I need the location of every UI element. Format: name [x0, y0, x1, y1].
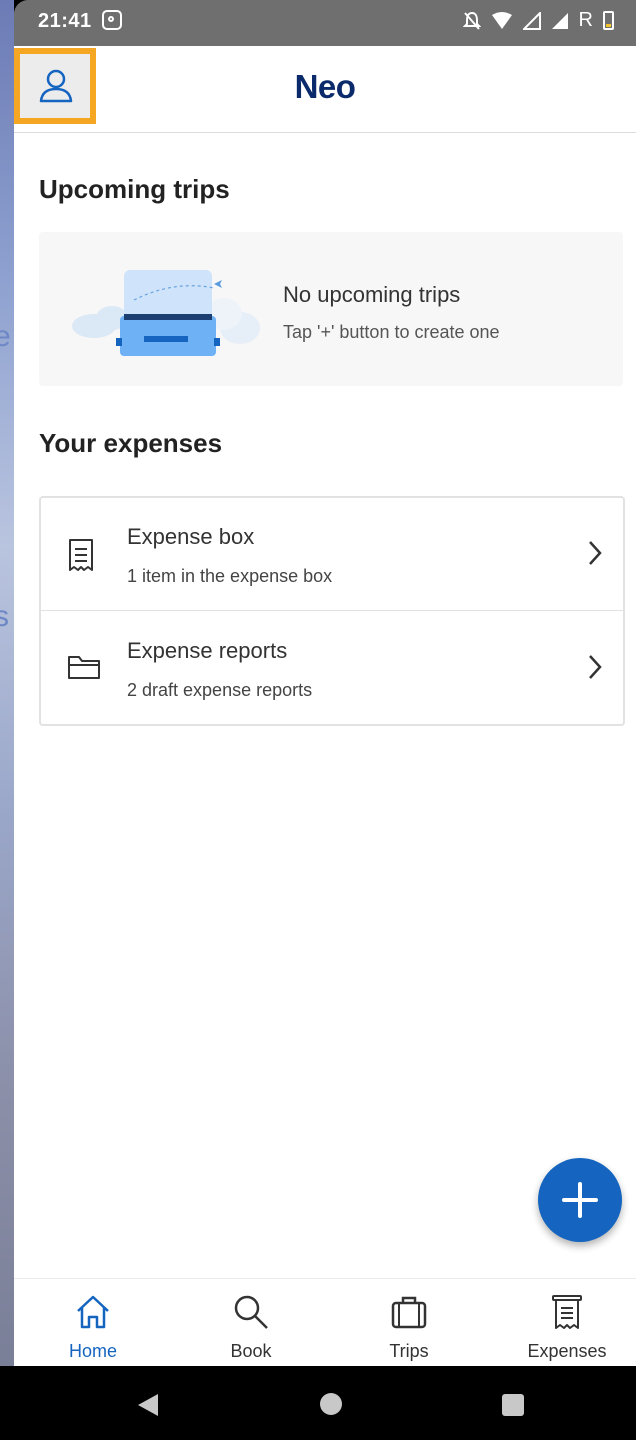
status-time: 21:41	[38, 10, 92, 32]
nav-book-label: Book	[230, 1341, 272, 1361]
signal-icon	[522, 11, 541, 30]
upcoming-trips-card: No upcoming trips Tap '+' button to crea…	[39, 232, 623, 386]
bottom-navigation: Home Book Trips Expenses	[14, 1278, 636, 1367]
background-app-strip: e s	[0, 0, 14, 1366]
empty-state-hint: Tap '+' button to create one	[283, 322, 500, 342]
nav-home[interactable]: Home	[18, 1279, 168, 1367]
wifi-icon	[491, 11, 513, 30]
nav-trips-label: Trips	[389, 1341, 429, 1361]
status-bar: 21:41 R	[14, 0, 636, 46]
signal-icon	[551, 12, 569, 30]
suitcase-illustration	[72, 270, 260, 356]
app-title: Neo	[294, 68, 356, 105]
receipt-icon	[552, 1295, 582, 1329]
instagram-icon	[102, 10, 122, 30]
plus-icon	[562, 1182, 598, 1218]
expense-box-subtitle: 1 item in the expense box	[127, 566, 333, 586]
expense-box-row[interactable]: Expense box 1 item in the expense box	[41, 498, 623, 611]
system-navigation-bar	[0, 1366, 636, 1440]
nav-home-label: Home	[68, 1341, 117, 1361]
expense-reports-label: Expense reports	[127, 638, 288, 663]
app-header: Neo	[14, 46, 636, 133]
nav-book[interactable]: Book	[176, 1279, 326, 1367]
expense-reports-row[interactable]: Expense reports 2 draft expense reports	[41, 612, 623, 724]
chevron-right-icon	[589, 655, 602, 679]
mute-icon	[462, 11, 481, 31]
empty-state-title: No upcoming trips	[283, 282, 461, 307]
background-glyph: e	[0, 320, 11, 353]
add-trip-button[interactable]	[538, 1158, 622, 1242]
expense-reports-subtitle: 2 draft expense reports	[127, 680, 313, 700]
home-circle-icon[interactable]	[320, 1393, 342, 1415]
battery-icon	[603, 11, 614, 30]
receipt-icon	[69, 539, 93, 571]
back-icon[interactable]	[136, 1392, 160, 1418]
your-expenses-heading: Your expenses	[39, 428, 223, 458]
carrier-letter: R	[578, 9, 593, 31]
folder-icon	[68, 656, 100, 679]
nav-trips[interactable]: Trips	[334, 1279, 484, 1367]
expenses-card: Expense box 1 item in the expense box Ex…	[39, 496, 625, 726]
search-icon	[234, 1295, 268, 1329]
home-icon	[77, 1295, 109, 1329]
suitcase-icon	[391, 1296, 427, 1329]
nav-expenses[interactable]: Expenses	[492, 1279, 636, 1367]
upcoming-trips-heading: Upcoming trips	[39, 174, 230, 204]
background-glyph: s	[0, 600, 9, 633]
nav-expenses-label: Expenses	[527, 1341, 607, 1361]
app-screen: Neo Upcoming trips No upcoming trips Tap…	[14, 46, 636, 1367]
expense-box-label: Expense box	[127, 524, 255, 549]
recent-apps-icon[interactable]	[502, 1394, 524, 1416]
chevron-right-icon	[589, 541, 602, 565]
